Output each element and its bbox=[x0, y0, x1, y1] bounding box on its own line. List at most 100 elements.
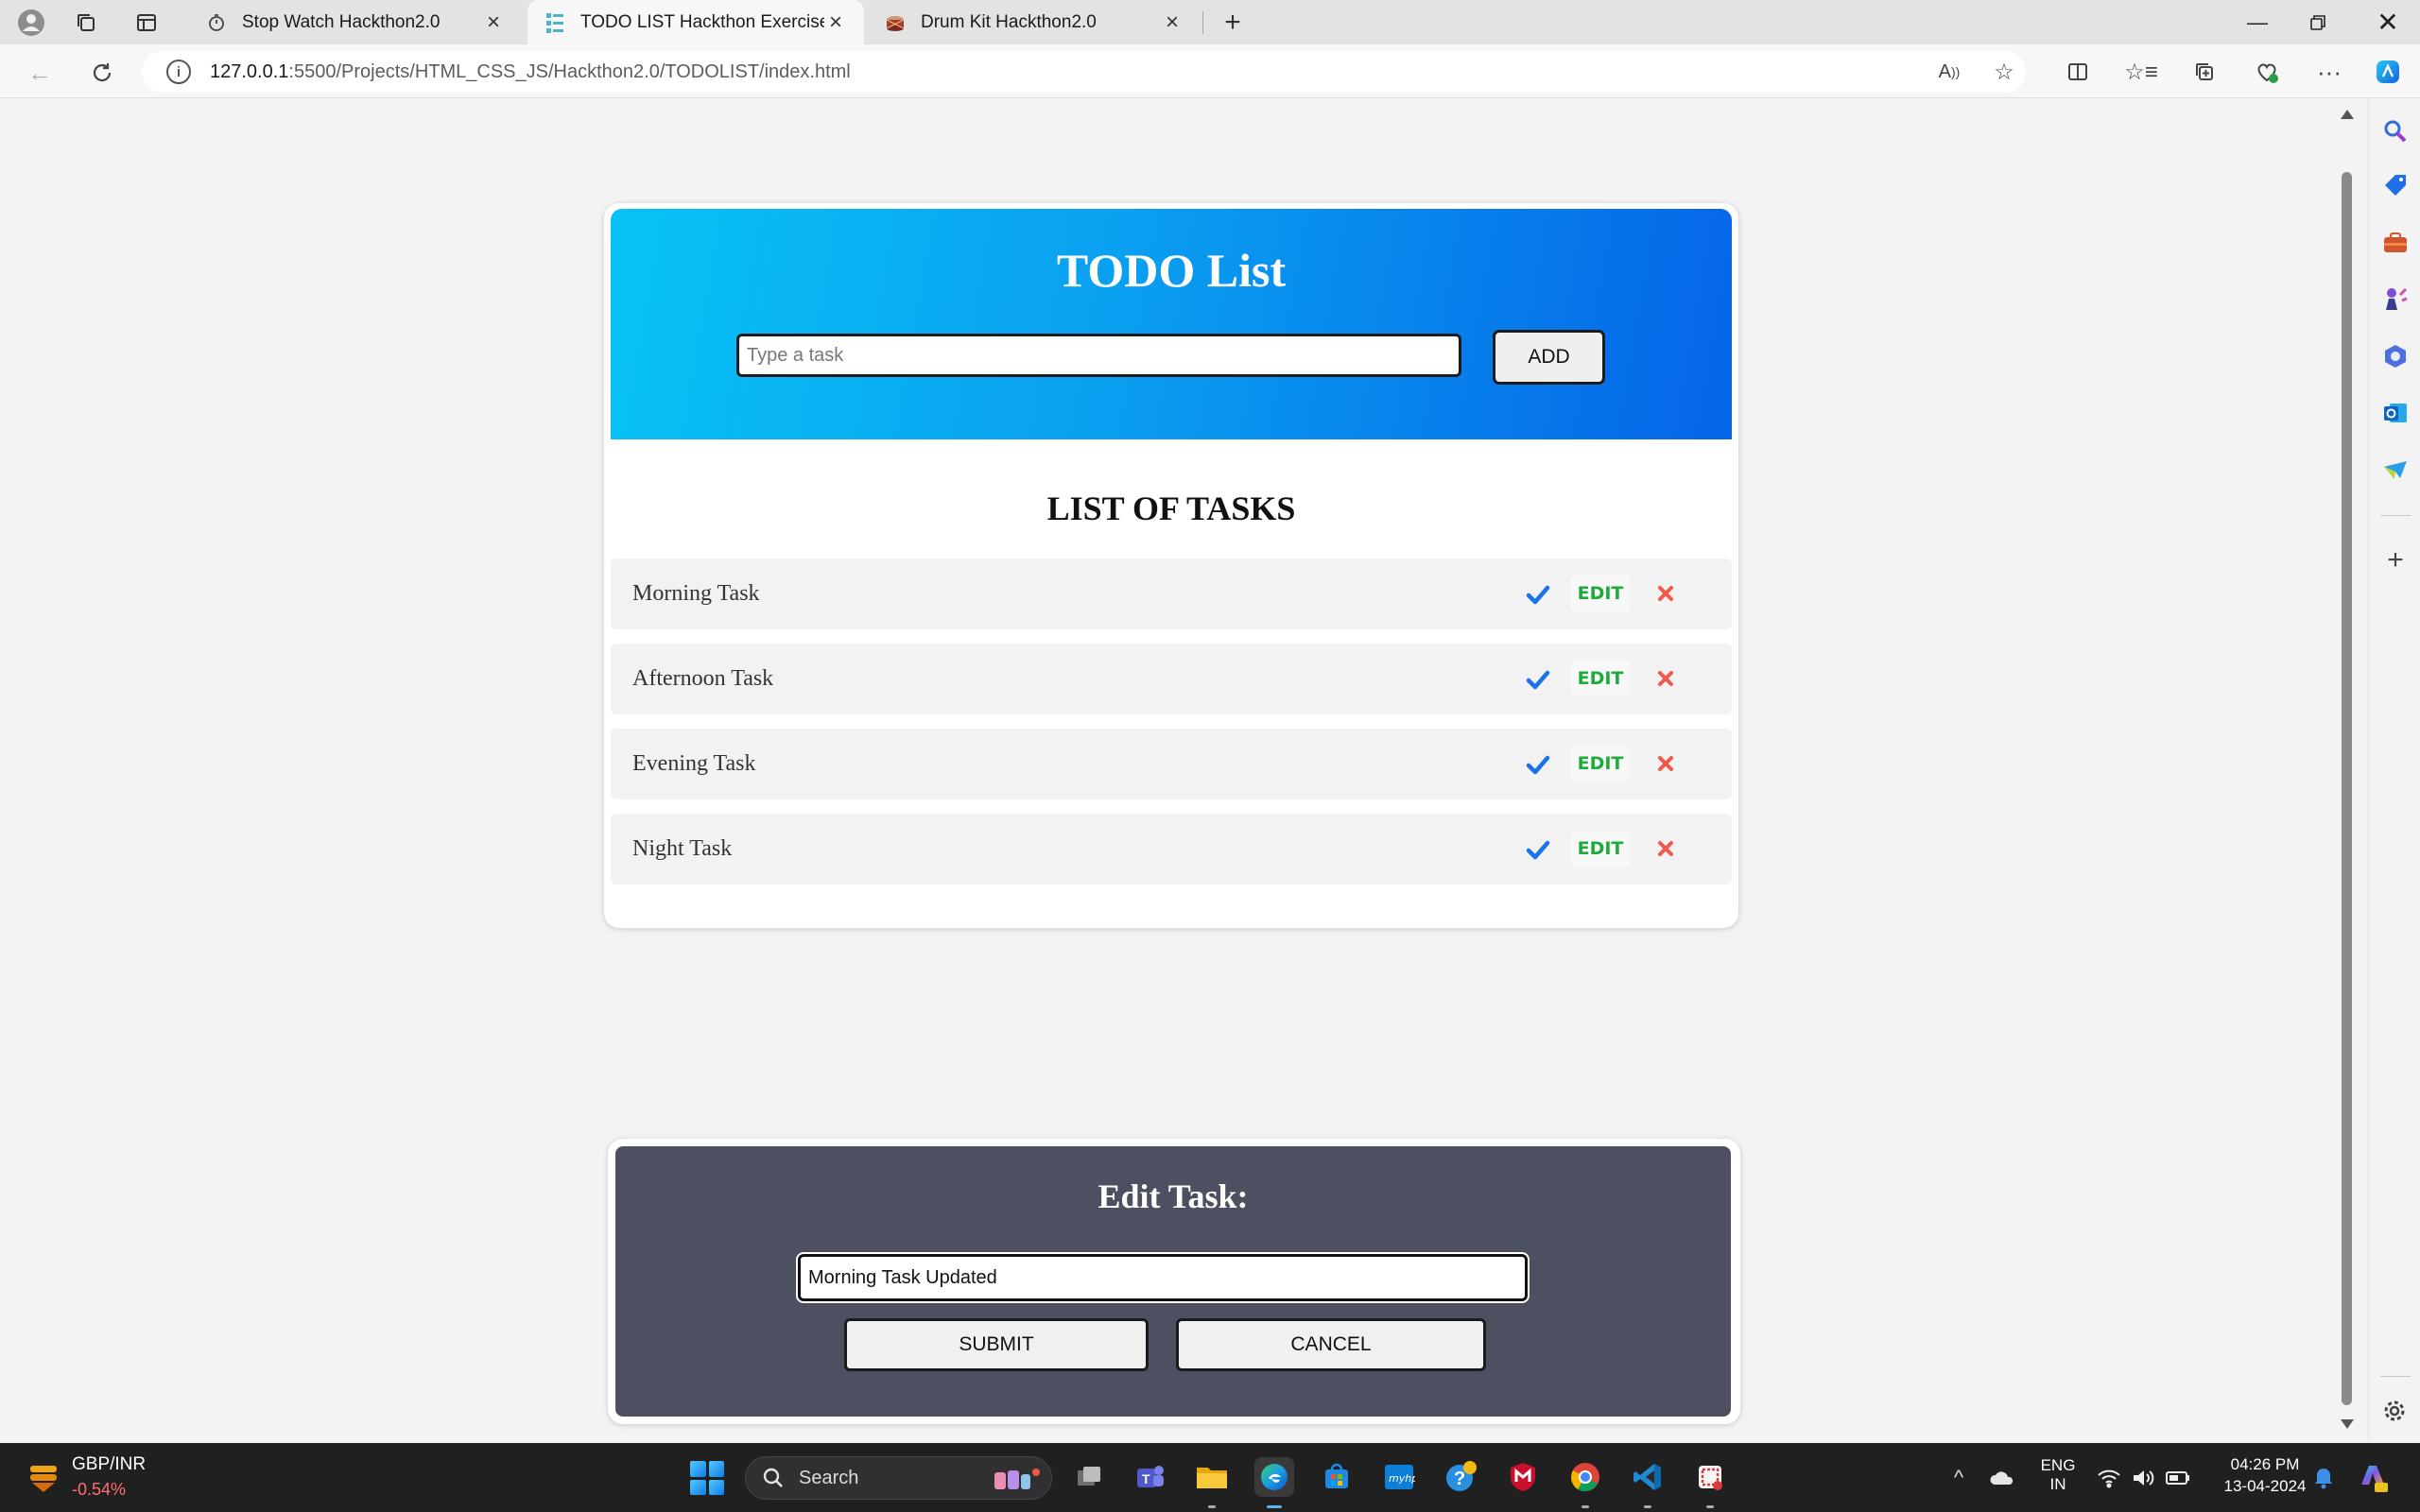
favorite-star-icon[interactable]: ☆ bbox=[1987, 55, 2021, 89]
url-host: 127.0.0.1 bbox=[210, 60, 289, 82]
search-label: Search bbox=[799, 1467, 859, 1488]
list-icon bbox=[544, 12, 565, 33]
currency-widget-icon[interactable] bbox=[26, 1460, 60, 1494]
cancel-button[interactable]: CANCEL bbox=[1176, 1318, 1486, 1371]
url-field[interactable]: i 127.0.0.1:5500/Projects/HTML_CSS_JS/Ha… bbox=[142, 51, 2026, 93]
copilot-icon[interactable] bbox=[2371, 55, 2405, 89]
favorites-icon[interactable]: ☆≡ bbox=[2124, 55, 2158, 89]
myhp-icon[interactable]: myhp bbox=[1379, 1457, 1419, 1497]
more-options-icon[interactable]: ··· bbox=[2312, 55, 2346, 89]
edit-button[interactable]: EDIT bbox=[1571, 576, 1630, 611]
edit-button[interactable]: EDIT bbox=[1571, 661, 1630, 696]
edit-button[interactable]: EDIT bbox=[1571, 746, 1630, 782]
notification-bell-icon[interactable] bbox=[2312, 1466, 2337, 1490]
split-screen-icon[interactable] bbox=[2061, 55, 2095, 89]
tab-drum-kit[interactable]: Drum Kit Hackthon2.0 × bbox=[868, 0, 1201, 44]
shopping-tag-icon[interactable] bbox=[2381, 172, 2410, 200]
volume-icon[interactable] bbox=[2131, 1466, 2155, 1490]
store-icon[interactable] bbox=[1317, 1457, 1357, 1497]
url-path: :5500/Projects/HTML_CSS_JS/Hackthon2.0/T… bbox=[288, 60, 851, 82]
language-region: IN bbox=[2049, 1475, 2066, 1493]
battery-icon[interactable] bbox=[2165, 1466, 2189, 1490]
games-icon[interactable] bbox=[2381, 285, 2410, 314]
delete-x-icon[interactable] bbox=[1655, 668, 1676, 689]
delete-x-icon[interactable] bbox=[1655, 753, 1676, 774]
restore-icon[interactable] bbox=[2288, 0, 2348, 44]
complete-check-icon[interactable] bbox=[1524, 665, 1552, 694]
add-sidebar-app-icon[interactable]: + bbox=[2381, 546, 2410, 575]
back-icon[interactable]: ← bbox=[21, 54, 59, 92]
minimize-icon[interactable]: — bbox=[2227, 0, 2288, 44]
todo-card: TODO List ADD LIST OF TASKS Morning Task… bbox=[604, 203, 1738, 928]
page-scrollbar[interactable] bbox=[2335, 98, 2358, 1443]
file-explorer-icon[interactable] bbox=[1192, 1457, 1232, 1497]
chrome-icon[interactable] bbox=[1565, 1457, 1605, 1497]
edit-task-input[interactable] bbox=[796, 1252, 1530, 1303]
new-tab-icon[interactable]: + bbox=[1217, 7, 1249, 39]
settings-gear-icon[interactable] bbox=[2381, 1398, 2410, 1426]
todo-header: TODO List ADD bbox=[611, 209, 1732, 439]
edit-button[interactable]: EDIT bbox=[1571, 831, 1630, 867]
task-name: Evening Task bbox=[632, 751, 756, 776]
close-icon[interactable]: × bbox=[1161, 9, 1184, 36]
edge-icon[interactable] bbox=[1254, 1457, 1294, 1497]
complete-check-icon[interactable] bbox=[1524, 580, 1552, 609]
edit-panel-body: Edit Task: SUBMIT CANCEL bbox=[615, 1146, 1731, 1417]
task-input[interactable] bbox=[736, 334, 1461, 377]
scroll-thumb[interactable] bbox=[2342, 172, 2352, 1405]
outlook-icon[interactable] bbox=[2381, 399, 2410, 427]
delete-x-icon[interactable] bbox=[1655, 838, 1676, 859]
task-name: Afternoon Task bbox=[632, 666, 774, 691]
complete-check-icon[interactable] bbox=[1524, 835, 1552, 864]
clock[interactable]: 04:26 PM 13-04-2024 bbox=[2208, 1455, 2322, 1496]
scroll-up-icon[interactable] bbox=[2341, 110, 2354, 119]
clock-time: 04:26 PM bbox=[2230, 1455, 2300, 1473]
refresh-icon[interactable] bbox=[83, 54, 121, 92]
language-label[interactable]: ENG IN bbox=[2038, 1456, 2078, 1494]
submit-button[interactable]: SUBMIT bbox=[844, 1318, 1149, 1371]
add-button[interactable]: ADD bbox=[1493, 330, 1605, 385]
close-icon[interactable]: × bbox=[482, 9, 505, 36]
browser-essentials-icon[interactable] bbox=[2250, 55, 2284, 89]
tab-stopwatch[interactable]: Stop Watch Hackthon2.0 × bbox=[189, 0, 522, 44]
search-icon bbox=[763, 1468, 783, 1487]
close-window-icon[interactable]: ✕ bbox=[2358, 0, 2418, 44]
drop-icon[interactable] bbox=[2381, 455, 2410, 484]
tab-todo-list[interactable]: TODO LIST Hackthon Exercise × bbox=[527, 0, 864, 44]
copilot-taskbar-icon[interactable] bbox=[2356, 1460, 2390, 1494]
profile-icon[interactable] bbox=[15, 7, 47, 39]
site-info-icon[interactable]: i bbox=[166, 60, 191, 84]
onedrive-cloud-icon[interactable] bbox=[1989, 1466, 2014, 1490]
help-icon[interactable]: ? bbox=[1441, 1457, 1480, 1497]
chevron-up-icon[interactable]: ^ bbox=[1946, 1466, 1971, 1490]
complete-check-icon[interactable] bbox=[1524, 750, 1552, 779]
task-name: Night Task bbox=[632, 836, 733, 861]
search-icon[interactable] bbox=[2381, 117, 2410, 146]
clock-date: 13-04-2024 bbox=[2223, 1477, 2307, 1495]
delete-x-icon[interactable] bbox=[1655, 583, 1676, 604]
microsoft-365-icon[interactable] bbox=[2381, 342, 2410, 370]
read-aloud-icon[interactable]: A)) bbox=[1932, 55, 1966, 89]
tools-icon[interactable] bbox=[2381, 229, 2410, 257]
collections-icon[interactable] bbox=[2187, 55, 2221, 89]
svg-text:?: ? bbox=[1454, 1469, 1465, 1489]
close-icon[interactable]: × bbox=[824, 9, 847, 36]
tab-actions-icon[interactable] bbox=[130, 7, 163, 39]
workspaces-icon[interactable] bbox=[70, 7, 102, 39]
scroll-down-icon[interactable] bbox=[2341, 1419, 2354, 1429]
teams-icon[interactable]: T bbox=[1131, 1457, 1170, 1497]
tab-bar: Stop Watch Hackthon2.0 × TODO LIST Hackt… bbox=[0, 0, 2420, 44]
edit-panel: Edit Task: SUBMIT CANCEL bbox=[608, 1139, 1740, 1424]
vscode-icon[interactable] bbox=[1628, 1457, 1668, 1497]
snipping-tool-icon[interactable] bbox=[1690, 1457, 1730, 1497]
wifi-icon[interactable] bbox=[2097, 1466, 2121, 1490]
search-highlight-icon bbox=[994, 1469, 1040, 1489]
windows-start-icon[interactable] bbox=[690, 1461, 724, 1495]
taskbar-search[interactable]: Search bbox=[745, 1456, 1052, 1500]
svg-text:myhp: myhp bbox=[1389, 1472, 1415, 1485]
edge-sidebar: + bbox=[2368, 98, 2420, 1443]
task-view-icon[interactable] bbox=[1069, 1457, 1109, 1497]
taskbar: GBP/INR -0.54% Search T myhp ? ^ bbox=[0, 1443, 2420, 1512]
sidebar-divider bbox=[2380, 1376, 2411, 1377]
mcafee-icon[interactable] bbox=[1503, 1457, 1543, 1497]
